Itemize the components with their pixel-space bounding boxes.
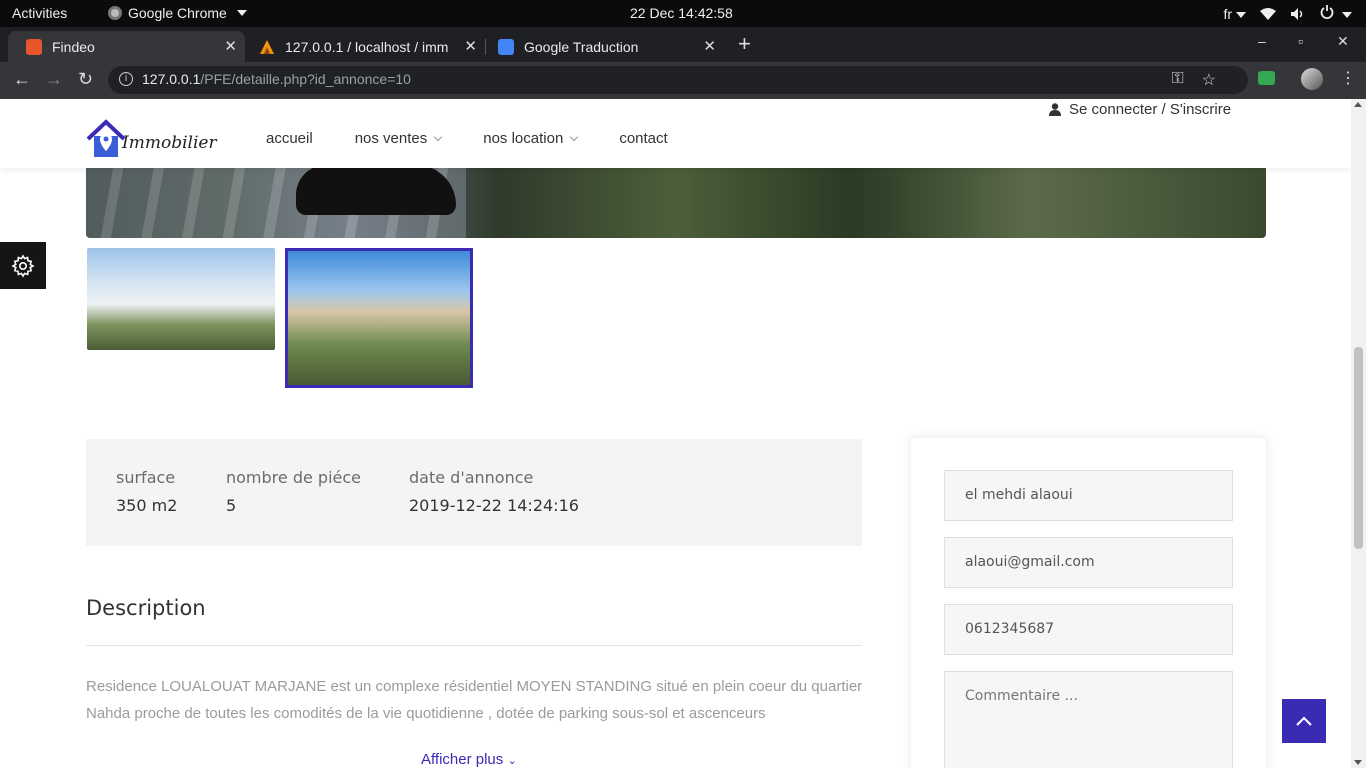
comment-textarea[interactable]: Commentaire ...	[944, 671, 1233, 768]
chrome-menu-icon[interactable]: ⋮	[1340, 68, 1356, 88]
power-icon	[1320, 5, 1334, 19]
browser-toolbar: ← → ↻ i 127.0.0.1/PFE/detaille.php?id_an…	[0, 62, 1366, 99]
power-menu[interactable]	[1320, 5, 1352, 22]
close-tab-icon[interactable]: ✕	[224, 37, 237, 55]
url-path: /PFE/detaille.php?id_annonce=10	[200, 71, 411, 87]
nav-label: contact	[619, 130, 668, 147]
nav-nos-location[interactable]: nos location	[483, 130, 579, 147]
keyboard-layout-label: fr	[1223, 5, 1233, 22]
show-more-label: Afficher plus	[421, 751, 504, 768]
user-icon	[1049, 103, 1061, 116]
back-icon[interactable]: ←	[13, 69, 31, 90]
chrome-icon	[108, 6, 122, 20]
reload-icon[interactable]: ↻	[78, 69, 93, 90]
site-header: Immobilier accueil nos ventes nos locati…	[0, 99, 1351, 168]
fact-value: 350 m2	[116, 496, 178, 515]
login-label: Se connecter / S'inscrire	[1069, 101, 1232, 118]
app-menu-label: Google Chrome	[128, 5, 227, 21]
house-logo-icon	[86, 119, 126, 157]
divider	[86, 645, 862, 646]
minimize-icon[interactable]: –	[1258, 33, 1266, 49]
car-graphic	[296, 165, 456, 215]
fact-date: date d'annonce 2019-12-22 14:24:16	[409, 468, 579, 515]
profile-avatar[interactable]	[1301, 68, 1323, 90]
clock[interactable]: 22 Dec 14:42:58	[630, 5, 733, 21]
description-fade	[86, 719, 866, 747]
tab-phpmyadmin[interactable]: 127.0.0.1 / localhost / imm ✕	[241, 31, 486, 62]
name-field[interactable]: el mehdi alaoui	[944, 470, 1233, 521]
page-scrollbar[interactable]	[1351, 99, 1366, 768]
nav-label: accueil	[266, 130, 313, 147]
tab-title: Google Traduction	[524, 38, 639, 55]
fact-rooms: nombre de piéce 5	[226, 468, 361, 515]
scrollbar-thumb[interactable]	[1354, 347, 1363, 549]
maximize-icon[interactable]: ▫	[1298, 33, 1303, 49]
property-facts: surface 350 m2 nombre de piéce 5 date d'…	[86, 439, 862, 546]
volume-icon	[1291, 7, 1303, 20]
login-link[interactable]: Se connecter / S'inscrire	[1049, 101, 1231, 118]
close-window-icon[interactable]: ✕	[1337, 33, 1349, 50]
chevron-down-icon: ⌄	[507, 755, 517, 767]
page-viewport: Immobilier accueil nos ventes nos locati…	[0, 99, 1351, 768]
contact-form: el mehdi alaoui alaoui@gmail.com 0612345…	[911, 438, 1266, 768]
logo-text: Immobilier	[122, 133, 217, 153]
scroll-to-top-button[interactable]	[1282, 699, 1326, 743]
app-menu[interactable]: Google Chrome	[108, 5, 247, 21]
forward-icon[interactable]: →	[45, 69, 63, 90]
fact-label: surface	[116, 468, 176, 487]
google-translate-favicon-icon	[498, 38, 514, 55]
email-field[interactable]: alaoui@gmail.com	[944, 537, 1233, 588]
close-tab-icon[interactable]: ✕	[464, 37, 477, 55]
address-bar[interactable]: i 127.0.0.1/PFE/detaille.php?id_annonce=…	[108, 66, 1248, 94]
omnibox-actions: ⚿ ☆	[1171, 70, 1216, 90]
nav-nos-ventes[interactable]: nos ventes	[354, 130, 443, 147]
fact-value: 2019-12-22 14:24:16	[409, 496, 579, 515]
chevron-up-icon	[1296, 716, 1312, 726]
system-tray[interactable]: fr	[1224, 5, 1352, 22]
close-tab-icon[interactable]: ✕	[703, 37, 716, 55]
findeo-favicon-icon	[26, 38, 42, 55]
tab-google-translate[interactable]: Google Traduction ✕	[480, 31, 724, 62]
property-thumbnail-2-selected[interactable]	[285, 248, 473, 388]
site-info-icon[interactable]: i	[119, 72, 133, 86]
chevron-down-icon	[570, 132, 579, 141]
scroll-down-arrow-icon[interactable]	[1354, 760, 1362, 765]
keyboard-layout-indicator[interactable]: fr	[1224, 6, 1247, 22]
main-nav: accueil nos ventes nos location contact	[266, 130, 710, 147]
system-top-bar: Activities Google Chrome 22 Dec 14:42:58…	[0, 0, 1366, 27]
key-icon[interactable]: ⚿	[1171, 70, 1183, 90]
bookmark-star-icon[interactable]: ☆	[1202, 70, 1216, 90]
caret-down-icon	[1342, 12, 1352, 19]
wifi-icon	[1260, 7, 1277, 20]
fact-surface: surface 350 m2	[116, 468, 177, 515]
site-logo[interactable]: Immobilier	[86, 119, 217, 161]
style-switcher-button[interactable]	[0, 242, 46, 289]
scroll-up-arrow-icon[interactable]	[1354, 102, 1362, 107]
chevron-down-icon	[434, 132, 443, 141]
caret-down-icon	[1236, 11, 1247, 18]
gear-icon	[11, 253, 35, 278]
activities-button[interactable]: Activities	[12, 5, 67, 21]
phpmyadmin-favicon-icon	[260, 39, 274, 54]
fact-label: date d'annonce	[409, 468, 534, 487]
nav-label: nos location	[483, 130, 564, 147]
tab-title: 127.0.0.1 / localhost / imm	[285, 38, 449, 55]
tab-strip: Findeo ✕ 127.0.0.1 / localhost / imm ✕ G…	[0, 27, 1366, 62]
new-tab-icon[interactable]: +	[738, 31, 751, 57]
tab-findeo[interactable]: Findeo ✕	[8, 31, 245, 62]
nav-label: nos ventes	[354, 130, 428, 147]
description-heading: Description	[86, 596, 206, 620]
tab-title: Findeo	[52, 38, 95, 55]
url-host: 127.0.0.1	[142, 71, 201, 87]
phone-field[interactable]: 0612345687	[944, 604, 1233, 655]
fact-label: nombre de piéce	[226, 468, 361, 487]
show-more-link[interactable]: Afficher plus ⌄	[421, 751, 517, 768]
nav-contact[interactable]: contact	[619, 130, 667, 147]
mail-extension-icon[interactable]	[1258, 71, 1275, 85]
nav-accueil[interactable]: accueil	[266, 130, 313, 147]
caret-down-icon	[236, 10, 247, 16]
fact-value: 5	[226, 496, 237, 515]
property-thumbnail-1[interactable]	[87, 248, 275, 350]
